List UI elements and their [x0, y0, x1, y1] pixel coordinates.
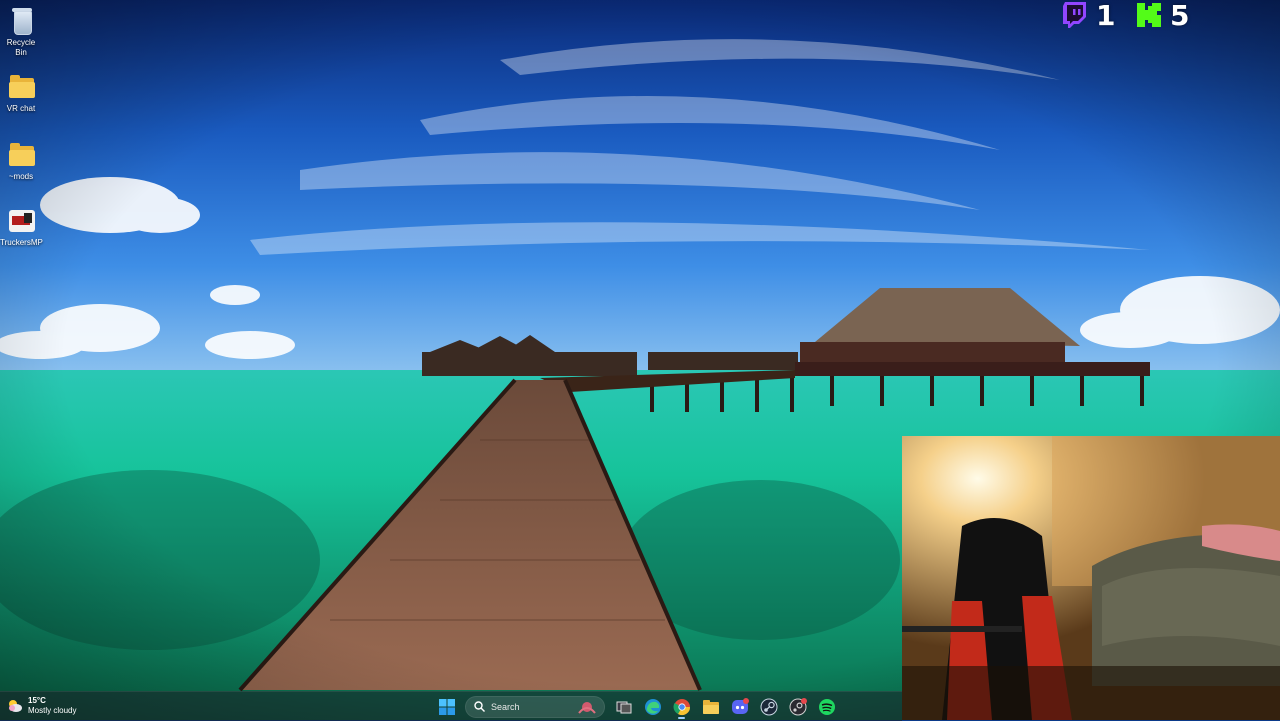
search-icon — [474, 701, 485, 712]
weather-desc: Mostly cloudy — [28, 706, 77, 715]
webcam-feed — [902, 436, 1280, 720]
desktop-icon-label: VR chat — [6, 104, 36, 113]
truckersmp-icon — [6, 206, 36, 236]
file-explorer-button[interactable] — [696, 694, 725, 719]
chrome-button[interactable] — [667, 694, 696, 719]
desktop-icon-label: TruckersMP — [0, 238, 43, 247]
steam-button[interactable] — [754, 694, 783, 719]
windows-start-button[interactable] — [432, 694, 461, 719]
steam-alt-icon — [789, 697, 807, 715]
kick-viewer-counter: 5 — [1136, 0, 1190, 32]
desktop-icon-label: ~mods — [8, 172, 34, 181]
recycle-bin-icon — [6, 6, 36, 36]
twitch-viewer-counter: 1 — [1062, 0, 1116, 32]
task-view-icon — [616, 701, 631, 713]
desktop-icon-truckersmp[interactable]: TruckersMP — [0, 206, 43, 248]
weather-temp: 15°C — [28, 696, 46, 705]
edge-icon — [644, 698, 661, 715]
desktop-icon-label: Recycle Bin — [6, 38, 36, 57]
weather-cloudy-icon — [6, 697, 24, 715]
discord-button[interactable] — [725, 694, 754, 719]
edge-button[interactable] — [638, 694, 667, 719]
folder-icon — [6, 140, 36, 170]
weather-widget[interactable]: 15°C Mostly cloudy — [6, 696, 76, 716]
steam-alt-button[interactable] — [783, 694, 812, 719]
windows-start-icon — [438, 698, 455, 715]
taskbar-search-box[interactable]: Search — [465, 695, 605, 718]
file-explorer-icon — [702, 699, 719, 714]
twitch-count: 1 — [1096, 0, 1116, 32]
discord-icon — [731, 697, 749, 714]
task-view-button[interactable] — [609, 694, 638, 719]
spotify-icon — [818, 698, 835, 715]
chrome-icon — [673, 698, 690, 715]
twitch-icon — [1063, 2, 1086, 28]
search-label: Search — [491, 701, 520, 712]
steam-icon — [760, 698, 777, 715]
kick-icon — [1137, 3, 1161, 27]
search-highlight-icon — [578, 701, 596, 714]
desktop-icon-vr-chat[interactable]: VR chat — [0, 72, 42, 114]
desktop-icon-mods[interactable]: ~mods — [0, 140, 42, 182]
taskbar: 15°C Mostly cloudy Search — [0, 691, 902, 721]
folder-icon — [6, 72, 36, 102]
kick-count: 5 — [1170, 0, 1190, 32]
desktop-icon-recycle-bin[interactable]: Recycle Bin — [0, 6, 42, 58]
spotify-button[interactable] — [812, 694, 841, 719]
